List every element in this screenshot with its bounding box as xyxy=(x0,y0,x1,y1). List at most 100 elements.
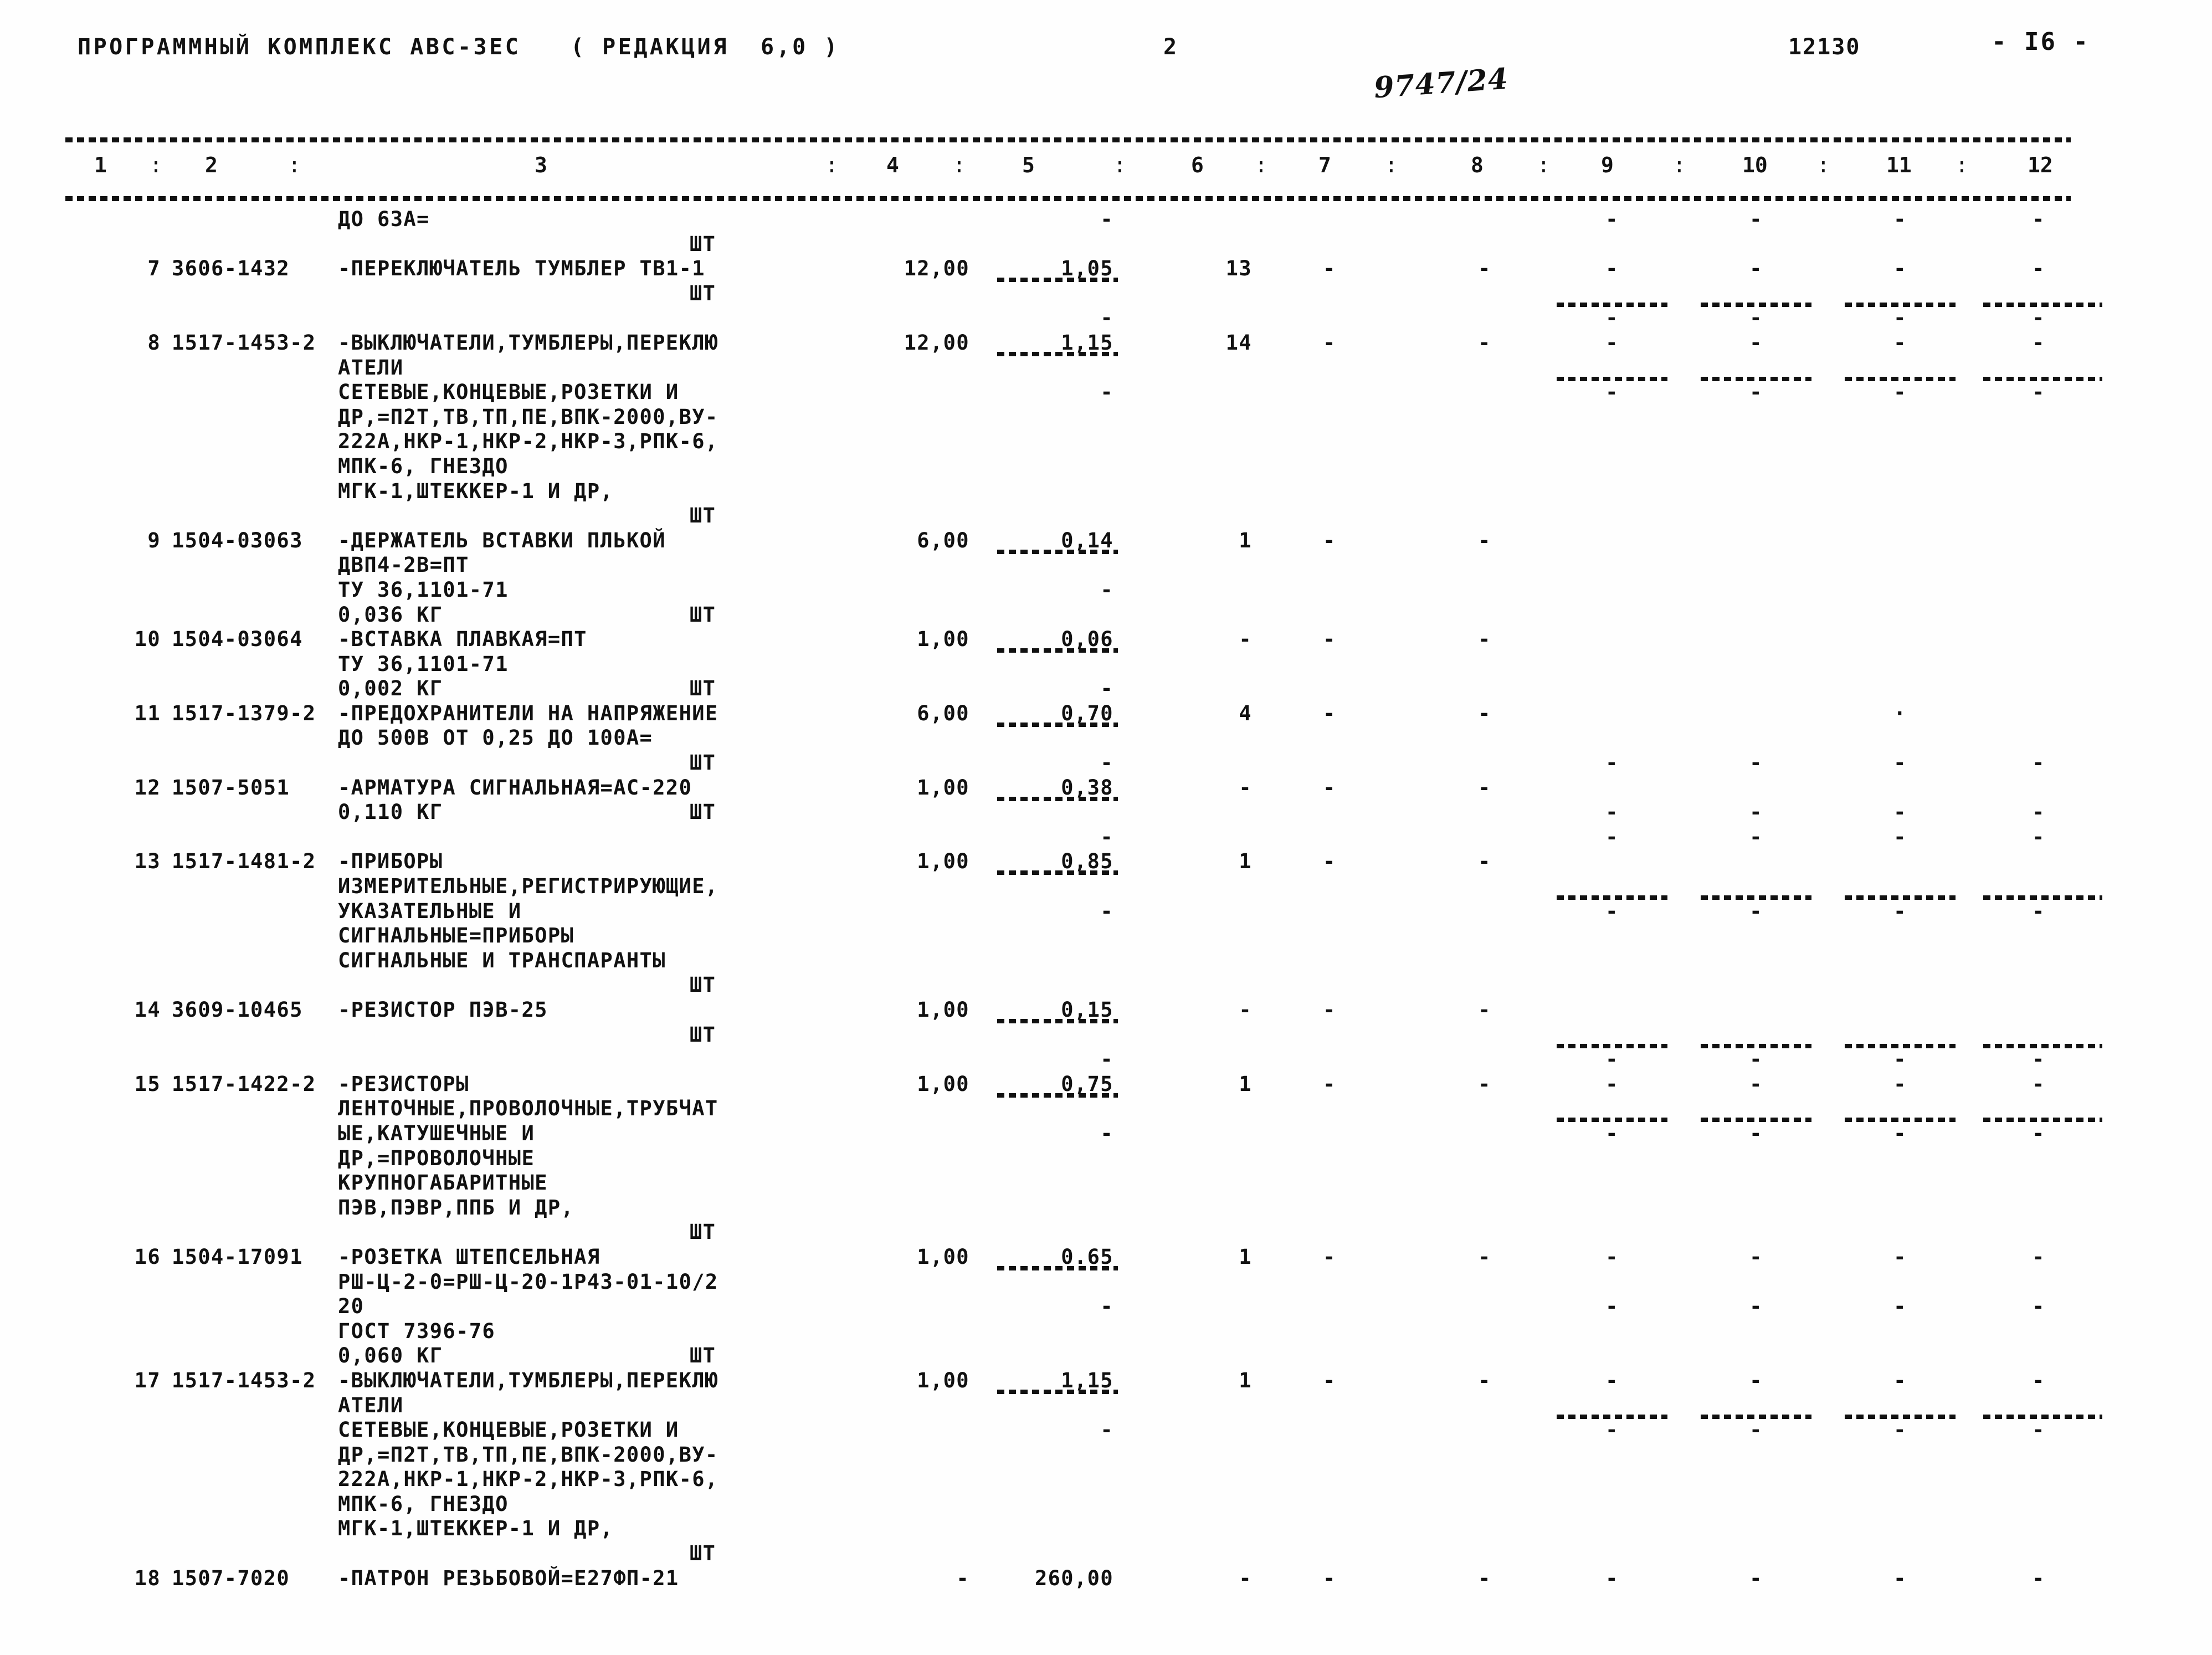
col9-value: - xyxy=(1605,1244,1619,1269)
table-row: ДР,=ПРОВОЛОЧНЫЕ xyxy=(0,1146,2212,1174)
description-text: КРУПНОГАБАРИТНЫЕ xyxy=(338,1171,548,1195)
col6-value: - xyxy=(1239,627,1252,652)
program-title: ПРОГРАММНЫЙ КОМПЛЕКС АВС-3ЕС xyxy=(78,34,521,60)
col10-value: - xyxy=(1749,380,1763,404)
col8-value: - xyxy=(1478,998,1491,1022)
item-index: 13 xyxy=(134,849,161,874)
col10-value: - xyxy=(1749,1047,1763,1072)
dashed-underline-5 xyxy=(997,1389,1118,1394)
col8-value: - xyxy=(1478,528,1491,552)
col9-value: - xyxy=(1605,1294,1619,1319)
description-text: -ВСТАВКА ПЛАВКАЯ=ПТ xyxy=(338,627,587,652)
description-text: ДО 500В ОТ 0,25 ДО 100А= xyxy=(338,726,653,750)
unit-marker: ШТ xyxy=(690,504,716,528)
col11-value: - xyxy=(1893,1566,1907,1590)
col4-value: 1,00 xyxy=(917,1368,969,1392)
col11-value: - xyxy=(1893,1244,1907,1269)
table-row: ----- xyxy=(0,824,2212,852)
unit-marker: ШТ xyxy=(690,800,716,824)
page-number: 2 xyxy=(1163,34,1178,60)
col11-value: - xyxy=(1893,824,1907,849)
column-header-10: 10 xyxy=(1742,153,1768,177)
table-row: КРУПНОГАБАРИТНЫЕ xyxy=(0,1171,2212,1198)
col12-value: - xyxy=(2032,1047,2045,1072)
resource-code: 1504-03064 xyxy=(172,627,303,652)
description-text: АТЕЛИ xyxy=(338,1393,404,1417)
col11-value: - xyxy=(1893,1368,1907,1392)
col8-value: - xyxy=(1478,257,1491,281)
col7-value: - xyxy=(1323,1368,1336,1392)
table-row: ДР,=П2Т,ТВ,ТП,ПЕ,ВПК-2000,ВУ- xyxy=(0,1443,2212,1470)
table-row: ШТ xyxy=(0,1541,2212,1569)
table-row: РШ-Ц-2-0=РШ-Ц-20-1Р43-01-10/2 xyxy=(0,1270,2212,1297)
description-text: -РЕЗИСТОРЫ xyxy=(338,1072,469,1096)
column-header-9: 9 xyxy=(1601,153,1614,177)
col7-value: - xyxy=(1323,775,1336,800)
col12-value: - xyxy=(2032,899,2045,923)
resource-code: 3609-10465 xyxy=(172,998,303,1022)
col12-value: - xyxy=(2032,306,2045,330)
description-text: СЕТЕВЫЕ,КОНЦЕВЫЕ,РОЗЕТКИ И xyxy=(338,380,679,404)
col12-value: - xyxy=(2032,330,2045,355)
unit-marker: ШТ xyxy=(690,1220,716,1244)
col4-value: 1,00 xyxy=(917,1072,969,1096)
dashed-underline-5 xyxy=(997,278,1118,283)
col12-value: - xyxy=(2032,1418,2045,1442)
description-text: МПК-6, ГНЕЗДО xyxy=(338,1492,509,1516)
col9-value: - xyxy=(1605,380,1619,404)
description-text: -РЕЗИСТОР ПЭВ-25 xyxy=(338,998,548,1022)
item-index: 15 xyxy=(134,1072,161,1096)
resource-code: 3606-1432 xyxy=(172,257,290,281)
description-text: ЛЕНТОЧНЫЕ,ПРОВОЛОЧНЫЕ,ТРУБЧАТ xyxy=(338,1096,718,1121)
column-header-7: 7 xyxy=(1318,153,1331,177)
table-row: 14 3609-10465 -РЕЗИСТОР ПЭВ-25 1,00 0,15- - - xyxy=(0,998,2212,1025)
col8-value: - xyxy=(1478,627,1491,652)
column-header-11: 11 xyxy=(1886,153,1912,177)
table-row: 11 1517-1379-2 -ПРЕДОХРАНИТЕЛИ НА НАПРЯЖЕН… xyxy=(0,701,2212,729)
table-row: 16 1504-17091 -РОЗЕТКА ШТЕПСЕЛЬНАЯ 1,00 0.65… xyxy=(0,1244,2212,1272)
col9-value: - xyxy=(1605,899,1619,923)
description-text: СЕТЕВЫЕ,КОНЦЕВЫЕ,РОЗЕТКИ И xyxy=(338,1418,679,1442)
col10-value: - xyxy=(1749,899,1763,923)
col11-value: - xyxy=(1893,306,1907,330)
table-top-rule xyxy=(65,137,2071,142)
col5-value: 260,00 xyxy=(1034,1566,1113,1590)
column-header-4: 4 xyxy=(886,153,899,177)
table-row: ЛЕНТОЧНЫЕ,ПРОВОЛОЧНЫЕ,ТРУБЧАТ xyxy=(0,1096,2212,1124)
col11-value: - xyxy=(1893,1294,1907,1319)
col11-value: · xyxy=(1893,701,1907,725)
col10-value: - xyxy=(1749,1294,1763,1319)
column-header-8: 8 xyxy=(1471,153,1484,177)
table-row: СЕТЕВЫЕ,КОНЦЕВЫЕ,РОЗЕТКИ И - - - - - xyxy=(0,1418,2212,1445)
col5-value: - xyxy=(1100,207,1113,231)
table-row: 20 - - - - - xyxy=(0,1294,2212,1321)
col4-value: 1,00 xyxy=(917,1244,969,1269)
table-row: УКАЗАТЕЛЬНЫЕ И - - - - - xyxy=(0,899,2212,926)
table-row: 0,036 КГ ШТ xyxy=(0,603,2212,630)
unit-marker: ШТ xyxy=(690,1022,716,1047)
description-text: МГК-1,ШТЕККЕР-1 И ДР, xyxy=(338,479,614,503)
dashed-underline-5 xyxy=(997,870,1118,875)
col9-value: - xyxy=(1605,1368,1619,1392)
dashed-underline-5 xyxy=(997,549,1118,554)
description-text: СИГНАЛЬНЫЕ И ТРАНСПАРАНТЫ xyxy=(338,948,666,972)
table-row: ТУ 36,1101-71 xyxy=(0,652,2212,679)
table-row: МГК-1,ШТЕККЕР-1 И ДР, xyxy=(0,479,2212,506)
col9-value: - xyxy=(1605,330,1619,355)
table-header-rule xyxy=(65,196,2071,201)
table-row: 7 3606-1432 -ПЕРЕКЛЮЧАТЕЛЬ ТУМБЛЕР ТВ1-1 12… xyxy=(0,257,2212,284)
col5-value: - xyxy=(1100,824,1113,849)
col10-value: - xyxy=(1749,824,1763,849)
item-index: 11 xyxy=(134,701,161,725)
description-text: ДВП4-2В=ПТ xyxy=(338,553,469,577)
description-text: МГК-1,ШТЕККЕР-1 И ДР, xyxy=(338,1516,614,1541)
table-row: 0,060 КГ ШТ xyxy=(0,1344,2212,1371)
col9-value: - xyxy=(1605,1121,1619,1145)
col10-value: - xyxy=(1749,330,1763,355)
col11-value: - xyxy=(1893,751,1907,775)
col4-value: - xyxy=(956,1566,969,1590)
table-row: ----- xyxy=(0,1047,2212,1074)
table-row: ШТ xyxy=(0,232,2212,259)
item-index: 12 xyxy=(134,775,161,800)
col8-value: - xyxy=(1478,701,1491,725)
